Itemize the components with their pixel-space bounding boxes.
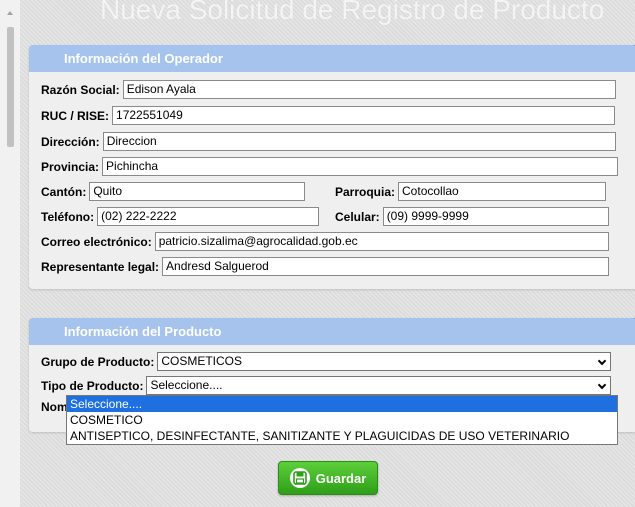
correo-label: Correo electrónico: — [41, 234, 152, 249]
provincia-input[interactable]: Pichincha — [102, 157, 619, 176]
ruc-label: RUC / RISE: — [41, 108, 110, 123]
canton-input[interactable]: Quito — [89, 182, 306, 201]
grupo-label: Grupo de Producto: — [41, 354, 155, 369]
vertical-scrollbar[interactable] — [0, 0, 20, 507]
canton-label: Cantón: — [41, 184, 87, 199]
ruc-row: RUC / RISE: 1722551049 — [41, 106, 616, 125]
canton-row: Cantón: Quito — [41, 182, 306, 201]
parroquia-row: Parroquia: Cotocollao — [335, 182, 607, 201]
correo-row: Correo electrónico: patricio.sizalima@ag… — [41, 232, 609, 251]
telefono-input[interactable]: (02) 222-2222 — [97, 207, 320, 226]
parroquia-input[interactable]: Cotocollao — [398, 182, 607, 201]
grupo-select-value: COSMETICOS — [161, 354, 242, 368]
dropdown-option[interactable]: COSMETICO — [67, 412, 617, 428]
celular-row: Celular: (09) 9999-9999 — [335, 207, 609, 226]
nombre-label: Nom — [41, 400, 68, 414]
tipo-label: Tipo de Producto: — [41, 378, 144, 393]
grupo-row: Grupo de Producto: COSMETICOS — [41, 352, 612, 371]
scroll-up-arrow-icon[interactable] — [7, 11, 13, 15]
representante-input[interactable]: Andresd Salguerod — [162, 257, 610, 276]
representante-row: Representante legal: Andresd Salguerod — [41, 257, 610, 276]
chevron-down-icon — [598, 380, 607, 390]
celular-input[interactable]: (09) 9999-9999 — [382, 207, 609, 226]
tipo-select-value: Seleccione.... — [150, 378, 223, 392]
razon-social-row: Razón Social: Edison Ayala — [41, 80, 616, 99]
provincia-label: Provincia: — [41, 159, 100, 174]
representante-label: Representante legal: — [41, 259, 160, 274]
direccion-input[interactable]: Direccion — [102, 132, 616, 151]
dropdown-option[interactable]: Seleccione.... — [67, 396, 617, 412]
operator-section-header: Información del Operador — [29, 45, 635, 72]
grupo-select[interactable]: COSMETICOS — [157, 352, 612, 371]
celular-label: Celular: — [335, 209, 380, 224]
razon-social-input[interactable]: Edison Ayala — [122, 80, 616, 99]
scroll-thumb[interactable] — [7, 27, 14, 147]
correo-input[interactable]: patricio.sizalima@agrocalidad.gob.ec — [154, 232, 609, 251]
provincia-row: Provincia: Pichincha — [41, 157, 619, 176]
chevron-down-icon — [598, 356, 607, 366]
razon-social-label: Razón Social: — [41, 82, 120, 97]
telefono-row: Teléfono: (02) 222-2222 — [41, 207, 320, 226]
parroquia-label: Parroquia: — [335, 184, 396, 199]
product-section-header: Información del Producto — [29, 318, 635, 345]
direccion-row: Dirección: Direccion — [41, 132, 616, 151]
tipo-row: Tipo de Producto: Seleccione.... — [41, 376, 612, 395]
direccion-label: Dirección: — [41, 134, 100, 149]
telefono-label: Teléfono: — [41, 209, 95, 224]
save-button[interactable]: Guardar — [278, 461, 378, 495]
save-button-label: Guardar — [315, 470, 367, 486]
tipo-dropdown-list[interactable]: Seleccione.... COSMETICO ANTISEPTICO, DE… — [66, 395, 618, 445]
tipo-select[interactable]: Seleccione.... — [146, 376, 612, 395]
dropdown-option[interactable]: ANTISEPTICO, DESINFECTANTE, SANITIZANTE … — [67, 428, 617, 444]
page-title: Nueva Solicitud de Registro de Producto — [100, 0, 605, 25]
floppy-disk-icon — [289, 468, 310, 488]
ruc-input[interactable]: 1722551049 — [112, 106, 616, 125]
